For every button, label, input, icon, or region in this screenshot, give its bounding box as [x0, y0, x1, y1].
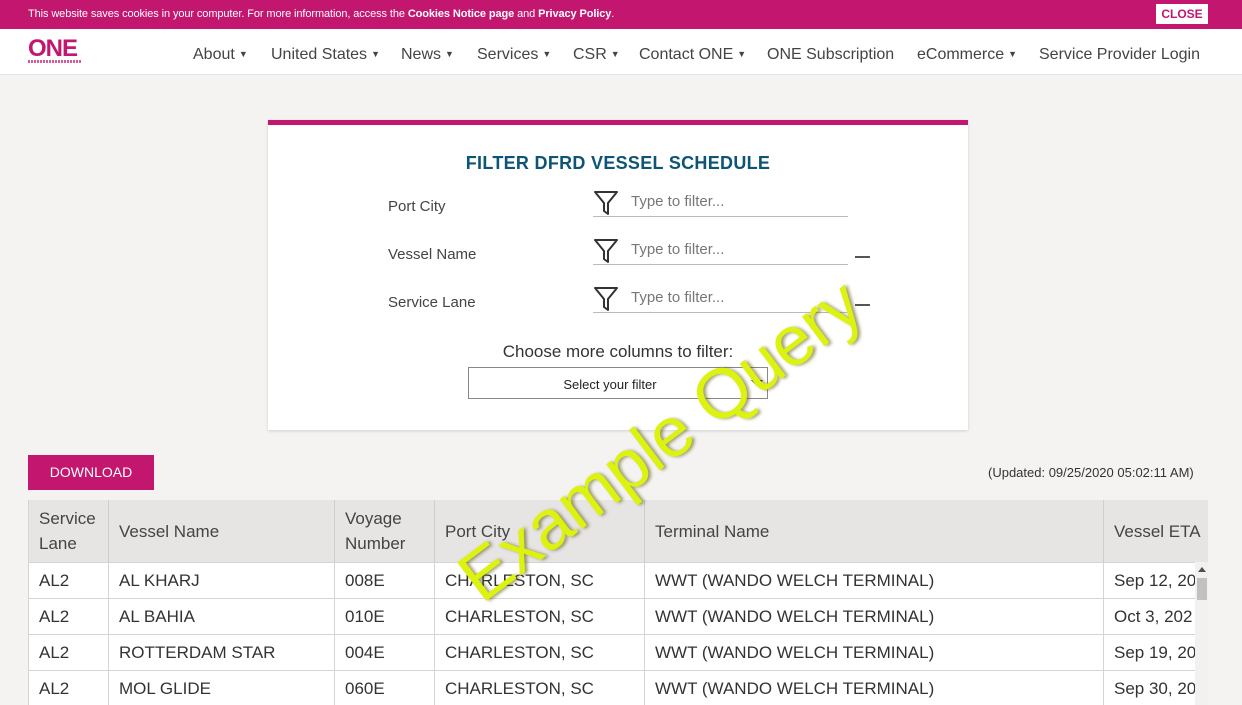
vessel-name-label: Vessel Name — [388, 246, 477, 263]
caret-down-icon: ▼ — [371, 49, 380, 59]
column-header-vessel-eta[interactable]: Vessel ETA — [1104, 500, 1208, 562]
column-header-service-lane[interactable]: Service Lane — [29, 500, 109, 562]
privacy-policy-link[interactable]: Privacy Policy — [538, 8, 611, 20]
nav-item-about[interactable]: About ▼ — [193, 46, 248, 64]
caret-down-icon: ▼ — [445, 49, 454, 59]
dropdown-arrow-icon — [751, 380, 763, 386]
cell-vessel-eta: Sep 12, 20 — [1114, 571, 1195, 590]
cell-vessel-name: ROTTERDAM STAR — [109, 635, 335, 671]
cell-vessel-eta: Oct 3, 202 — [1114, 607, 1193, 626]
column-filter-select[interactable]: Select your filter — [468, 367, 768, 399]
nav-label: Service Provider Login — [1039, 46, 1200, 63]
cell-port-city: CHARLESTON, SC — [435, 635, 645, 671]
caret-down-icon: ▼ — [1008, 49, 1018, 59]
nav-item-contact-one[interactable]: Contact ONE ▼ — [639, 46, 746, 64]
nav-label: ONE Subscription — [767, 46, 895, 63]
vessel-name-input[interactable] — [631, 241, 841, 258]
cell-terminal-name: WWT (WANDO WELCH TERMINAL) — [645, 563, 1104, 599]
one-logo[interactable]: ONE — [28, 35, 82, 65]
cell-port-city: CHARLESTON, SC — [435, 563, 645, 599]
cell-terminal-name: WWT (WANDO WELCH TERMINAL) — [645, 671, 1104, 705]
cookies-notice-link[interactable]: Cookies Notice page — [408, 8, 514, 20]
nav-item-one-subscription[interactable]: ONE Subscription — [767, 46, 894, 64]
port-city-filter — [593, 187, 848, 217]
cookie-close-button[interactable]: CLOSE — [1156, 4, 1208, 24]
cell-service-lane: AL2 — [29, 671, 109, 705]
cell-port-city: CHARLESTON, SC — [435, 671, 645, 705]
vessel-name-filter — [593, 235, 848, 265]
nav-label: United States — [271, 46, 368, 63]
remove-service-lane-filter-button[interactable] — [855, 304, 870, 306]
table-row: AL2 MOL GLIDE 060E CHARLESTON, SC WWT (W… — [29, 670, 1208, 705]
table-scrollbar[interactable] — [1195, 562, 1208, 705]
top-navbar: ONE About ▼ United States ▼ News ▼ Services… — [0, 29, 1242, 75]
scroll-up-arrow-icon[interactable] — [1198, 567, 1206, 572]
cell-vessel-eta: Sep 19, 20 — [1114, 643, 1195, 662]
nav-item-united-states[interactable]: United States ▼ — [271, 46, 380, 64]
nav-item-news[interactable]: News ▼ — [401, 46, 454, 64]
caret-down-icon: ▼ — [610, 49, 620, 59]
table-row: AL2 AL BAHIA 010E CHARLESTON, SC WWT (WA… — [29, 598, 1208, 635]
vessel-schedule-table: Service Lane Vessel Name Voyage Number P… — [28, 500, 1208, 705]
service-lane-filter — [593, 283, 848, 313]
cell-service-lane: AL2 — [29, 599, 109, 635]
service-lane-input[interactable] — [631, 289, 841, 306]
more-columns-label: Choose more columns to filter: — [502, 342, 734, 361]
nav-label: Contact ONE — [639, 46, 734, 63]
nav-label: About — [193, 46, 235, 63]
cookie-banner: This website saves cookies in your compu… — [0, 0, 1242, 29]
filter-title: FILTER DFRD VESSEL SCHEDULE — [465, 153, 771, 173]
remove-vessel-name-filter-button[interactable] — [855, 256, 870, 258]
cell-voyage-number: 010E — [335, 599, 435, 635]
cell-port-city: CHARLESTON, SC — [435, 599, 645, 635]
cell-terminal-name: WWT (WANDO WELCH TERMINAL) — [645, 635, 1104, 671]
download-button[interactable]: DOWNLOAD — [28, 455, 154, 490]
caret-down-icon: ▼ — [542, 49, 552, 59]
column-header-terminal-name[interactable]: Terminal Name — [645, 500, 1104, 562]
column-header-vessel-name[interactable]: Vessel Name — [109, 500, 335, 562]
nav-label: CSR — [573, 46, 607, 63]
cookie-text-mid: and — [514, 8, 539, 20]
nav-item-csr[interactable]: CSR ▼ — [573, 46, 620, 64]
column-header-voyage-number[interactable]: Voyage Number — [335, 500, 435, 562]
select-value: Select your filter — [563, 377, 657, 392]
cell-terminal-name: WWT (WANDO WELCH TERMINAL) — [645, 599, 1104, 635]
cell-vessel-name: AL KHARJ — [109, 563, 335, 599]
port-city-input[interactable] — [631, 193, 841, 210]
service-lane-label: Service Lane — [388, 294, 476, 311]
nav-label: News — [401, 46, 442, 63]
updated-timestamp: (Updated: 09/25/2020 05:02:11 AM) — [988, 465, 1194, 480]
logo-tagline-mark — [28, 60, 82, 63]
cell-service-lane: AL2 — [29, 563, 109, 599]
nav-label: eCommerce — [917, 46, 1005, 63]
funnel-icon — [594, 239, 618, 263]
logo-wordmark: ONE — [28, 35, 78, 62]
column-header-port-city[interactable]: Port City — [435, 500, 645, 562]
cookie-text-prefix: This website saves cookies in your compu… — [28, 8, 408, 20]
scroll-thumb[interactable] — [1197, 578, 1207, 600]
cell-vessel-eta: Sep 30, 20 — [1114, 679, 1195, 698]
nav-label: Services — [477, 46, 539, 63]
cookie-text-suffix: . — [611, 8, 615, 20]
nav-item-services[interactable]: Services ▼ — [477, 46, 551, 64]
caret-down-icon: ▼ — [238, 49, 248, 59]
table-row: AL2 ROTTERDAM STAR 004E CHARLESTON, SC W… — [29, 634, 1208, 671]
filter-card: FILTER DFRD VESSEL SCHEDULE Port City Ve… — [268, 120, 968, 430]
cell-service-lane: AL2 — [29, 635, 109, 671]
nav-item-service-provider-login[interactable]: Service Provider Login — [1039, 46, 1200, 64]
funnel-icon — [594, 287, 618, 311]
cell-vessel-name: MOL GLIDE — [109, 671, 335, 705]
cell-voyage-number: 008E — [335, 563, 435, 599]
caret-down-icon: ▼ — [737, 49, 747, 59]
cell-voyage-number: 060E — [335, 671, 435, 705]
port-city-label: Port City — [388, 198, 446, 215]
nav-item-ecommerce[interactable]: eCommerce ▼ — [917, 46, 1017, 64]
cell-voyage-number: 004E — [335, 635, 435, 671]
funnel-icon — [594, 191, 618, 215]
cookie-message: This website saves cookies in your compu… — [28, 8, 614, 20]
table-row: AL2 AL KHARJ 008E CHARLESTON, SC WWT (WA… — [29, 562, 1208, 599]
table-header: Service Lane Vessel Name Voyage Number P… — [29, 500, 1208, 562]
cell-vessel-name: AL BAHIA — [109, 599, 335, 635]
